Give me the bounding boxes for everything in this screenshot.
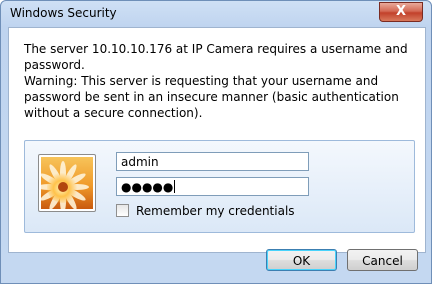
text-caret: [174, 180, 176, 193]
close-button[interactable]: X: [379, 2, 423, 22]
ok-button[interactable]: OK: [266, 249, 337, 271]
password-value: ●●●●●: [121, 180, 174, 194]
server-message: The server 10.10.10.176 at IP Camera req…: [24, 42, 408, 72]
credential-panel: admin ●●●●● Remember my credentials: [24, 140, 415, 233]
remember-credentials-label: Remember my credentials: [136, 204, 295, 218]
title-bar[interactable]: Windows Security X: [1, 1, 431, 27]
windows-security-dialog: Windows Security X The server 10.10.10.1…: [0, 0, 432, 284]
username-field[interactable]: admin: [116, 152, 309, 171]
username-value: admin: [121, 155, 159, 169]
window-title: Windows Security: [10, 6, 117, 20]
dialog-content: The server 10.10.10.176 at IP Camera req…: [8, 27, 426, 253]
close-icon: X: [395, 4, 407, 19]
cancel-button[interactable]: Cancel: [347, 249, 418, 271]
password-field[interactable]: ●●●●●: [116, 177, 309, 196]
user-tile-flower-icon: [37, 154, 96, 213]
remember-credentials-option[interactable]: Remember my credentials: [116, 204, 295, 218]
security-warning: Warning: This server is requesting that …: [24, 74, 399, 120]
checkbox-icon[interactable]: [116, 204, 129, 217]
